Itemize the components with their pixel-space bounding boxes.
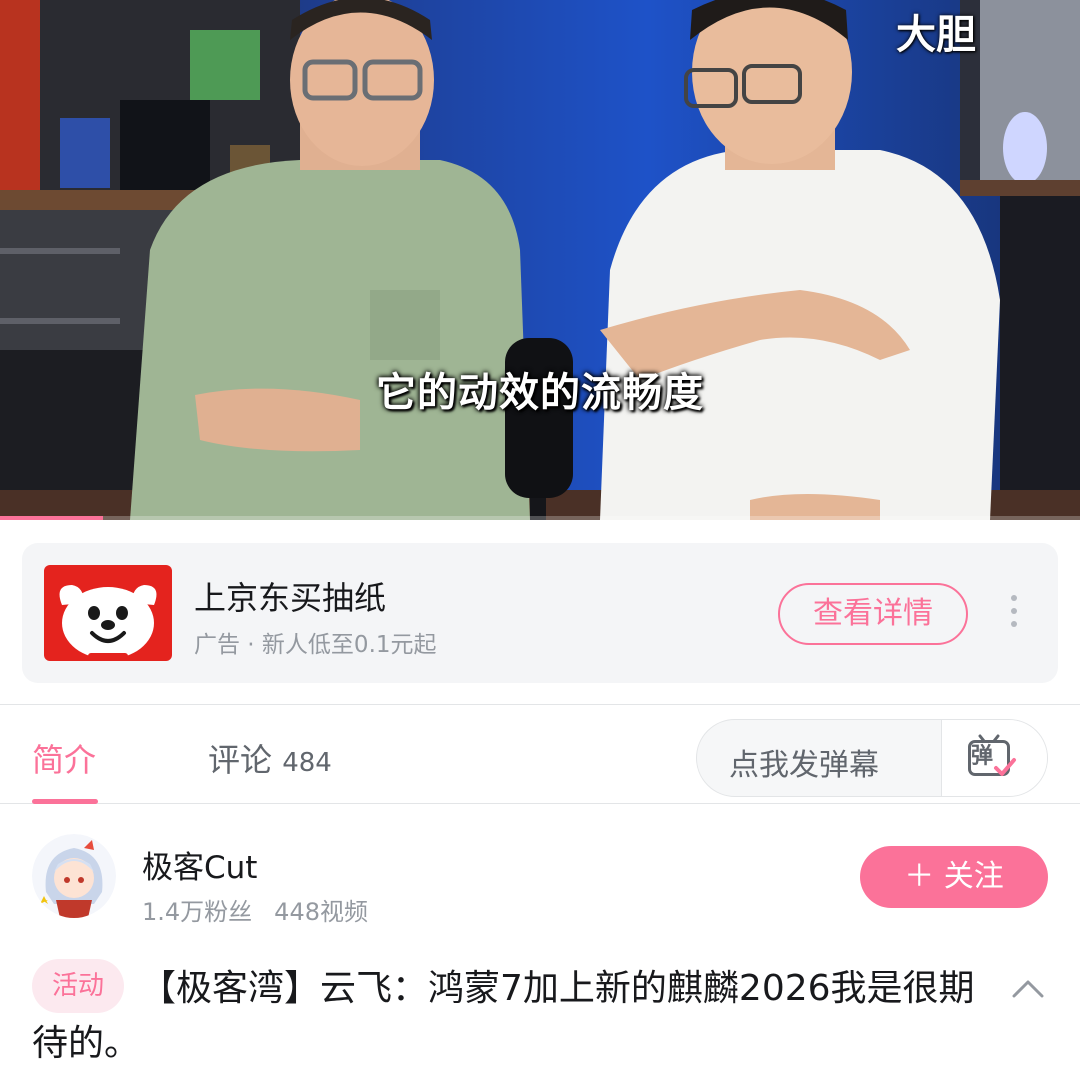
uploader-stats: 1.4万粉丝 448视频 xyxy=(142,892,368,927)
uploader-row: 极客Cut 1.4万粉丝 448视频 ＋ 关注 xyxy=(0,820,1080,940)
tab-intro-label: 简介 xyxy=(32,741,97,779)
jd-dog-mascot-icon xyxy=(44,565,172,661)
video-progress-fill xyxy=(0,516,103,520)
danmaku-placeholder: 点我发弹幕 xyxy=(729,748,879,783)
ad-view-details-button[interactable]: 查看详情 xyxy=(778,583,968,645)
more-vertical-icon[interactable] xyxy=(1006,595,1022,635)
danmaku-send-button[interactable]: 弹 xyxy=(941,720,1047,796)
uploader-fans: 1.4万粉丝 xyxy=(142,898,253,926)
tab-comments-label: 评论 xyxy=(208,741,273,779)
video-title: 【极客湾】云飞：鸿蒙7加上新的麒麟2026我是很期待的。 xyxy=(32,968,975,1064)
chevron-up-icon[interactable] xyxy=(1010,976,1046,1000)
video-player[interactable]: 大胆 它的动效的流畅度 xyxy=(0,0,1080,520)
danmaku-icon-char: 弹 xyxy=(971,744,994,769)
ad-card[interactable]: 上京东买抽纸 广告 · 新人低至0.1元起 查看详情 xyxy=(22,543,1058,683)
tab-intro[interactable]: 简介 xyxy=(32,735,96,781)
ad-subtitle: 广告 · 新人低至0.1元起 xyxy=(194,632,437,658)
tab-active-indicator xyxy=(32,799,98,804)
tab-comments-count: 484 xyxy=(282,748,332,778)
danmaku-input[interactable]: 点我发弹幕 弹 xyxy=(696,719,1048,797)
video-overlay-caption: 大胆 xyxy=(896,12,976,58)
uploader-name[interactable]: 极客Cut xyxy=(142,842,257,887)
tab-comments[interactable]: 评论 484 xyxy=(208,735,332,781)
video-title-block: 活动 【极客湾】云飞：鸿蒙7加上新的麒麟2026我是很期待的。 xyxy=(32,959,992,1071)
ad-title: 上京东买抽纸 xyxy=(194,579,387,617)
tab-bar: 简介 评论 484 点我发弹幕 弹 xyxy=(0,704,1080,804)
video-progress-bar[interactable] xyxy=(0,516,1080,520)
uploader-videos: 448视频 xyxy=(274,898,368,926)
danmaku-send-icon: 弹 xyxy=(964,732,1018,786)
video-frame xyxy=(0,0,1080,520)
activity-tag[interactable]: 活动 xyxy=(32,959,125,1013)
video-subtitle: 它的动效的流畅度 xyxy=(376,370,704,416)
follow-button[interactable]: ＋ 关注 xyxy=(860,846,1048,908)
avatar[interactable] xyxy=(32,834,116,918)
